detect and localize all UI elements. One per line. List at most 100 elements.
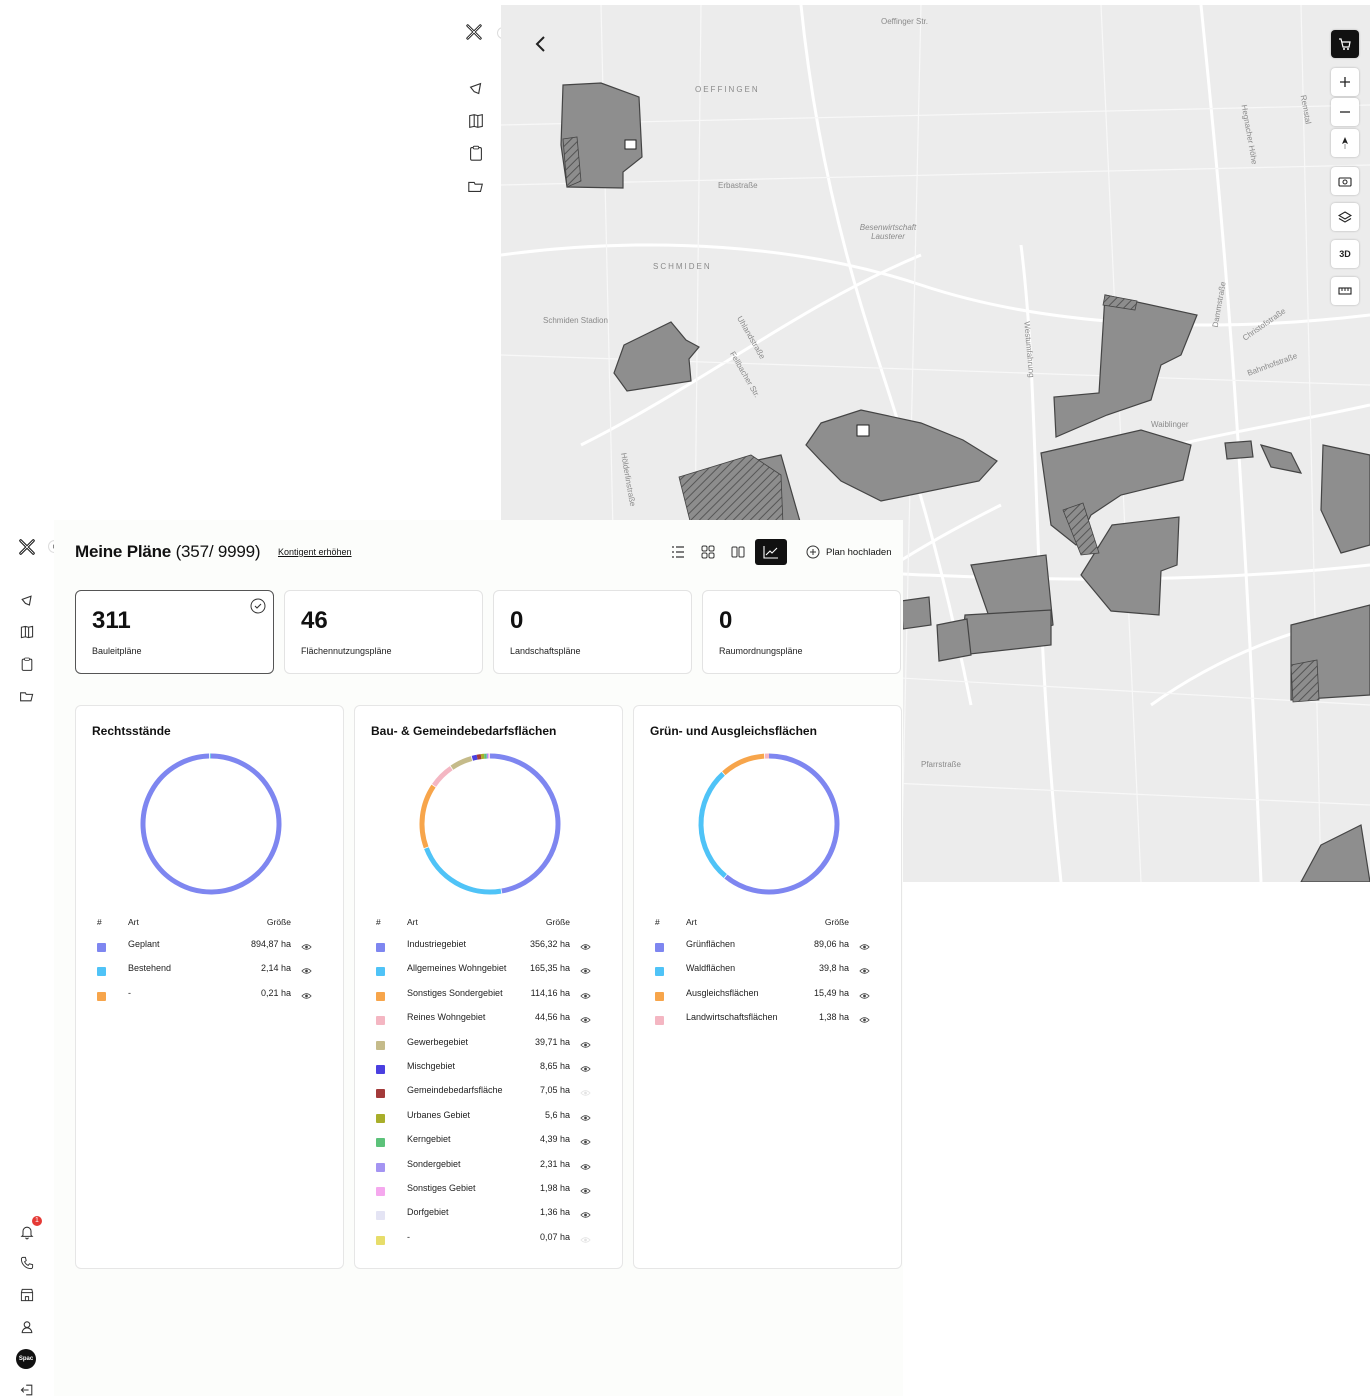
- visibility-toggle-icon[interactable]: [580, 1065, 591, 1073]
- legend-swatch: [97, 943, 106, 952]
- compass-button[interactable]: [1331, 129, 1359, 157]
- donut-segment[interactable]: [434, 768, 451, 785]
- visibility-toggle-icon[interactable]: [580, 1041, 591, 1049]
- visibility-toggle-icon[interactable]: [859, 992, 870, 1000]
- contact-button[interactable]: [17, 1253, 37, 1273]
- stat-value: 0: [719, 607, 732, 635]
- visibility-toggle-icon[interactable]: [580, 967, 591, 975]
- stat-card-flaechennutzungsplaene[interactable]: 46 Flächennutzungspläne: [284, 590, 483, 674]
- screenshot-button[interactable]: [1331, 167, 1359, 195]
- app-logo-button[interactable]: [17, 537, 37, 557]
- back-chevron-icon[interactable]: [533, 35, 549, 53]
- plans-panel: Meine Pläne (357/ 9999) Kontigent erhöhe…: [54, 520, 903, 1396]
- plans-button[interactable]: [17, 654, 37, 674]
- compass-icon: [1339, 136, 1351, 150]
- donut-segment[interactable]: [426, 848, 501, 892]
- visibility-toggle-icon[interactable]: [859, 943, 870, 951]
- profile-button[interactable]: [17, 1317, 37, 1337]
- folder-button[interactable]: [17, 686, 37, 706]
- stat-card-landschaftsplaene[interactable]: 0 Landschaftspläne: [493, 590, 692, 674]
- legend-header-hash: #: [97, 917, 102, 927]
- plus-circle-icon: [806, 545, 820, 559]
- legend-header-art: Art: [407, 917, 418, 927]
- donut-segment[interactable]: [422, 786, 434, 847]
- layers-button[interactable]: [1331, 203, 1359, 231]
- visibility-toggle-icon[interactable]: [580, 943, 591, 951]
- clipboard-icon[interactable]: [467, 144, 485, 162]
- donut-segment[interactable]: [490, 756, 558, 891]
- draw-button[interactable]: [17, 591, 37, 611]
- notifications-button[interactable]: 1: [17, 1222, 37, 1242]
- map-icon[interactable]: [467, 112, 485, 130]
- donut-segment[interactable]: [724, 756, 764, 773]
- store-button[interactable]: [17, 1285, 37, 1305]
- legend-size: 39,8 ha: [819, 963, 849, 973]
- check-circle-icon: [250, 598, 266, 614]
- donut-segment[interactable]: [452, 759, 472, 768]
- legend-art: Ausgleichsflächen: [686, 988, 759, 998]
- app-logo-icon: [18, 538, 36, 556]
- visibility-toggle-icon[interactable]: [301, 992, 312, 1000]
- statistics-view-button[interactable]: [755, 539, 787, 565]
- legend-swatch: [376, 1163, 385, 1172]
- avatar[interactable]: Spac: [16, 1349, 36, 1369]
- stat-card-raumordnungsplaene[interactable]: 0 Raumordnungspläne: [702, 590, 901, 674]
- visibility-toggle-icon[interactable]: [301, 943, 312, 951]
- stat-value: 0: [510, 607, 523, 635]
- zoom-out-button[interactable]: [1331, 98, 1359, 126]
- visibility-toggle-icon[interactable]: [580, 1211, 591, 1219]
- legend-art: -: [128, 988, 131, 998]
- column-view-button[interactable]: [723, 539, 753, 565]
- minus-icon: [1339, 106, 1351, 118]
- grid-view-button[interactable]: [693, 539, 723, 565]
- visibility-toggle-icon[interactable]: [580, 1016, 591, 1024]
- visibility-toggle-icon[interactable]: [580, 1114, 591, 1122]
- visibility-toggle-icon[interactable]: [580, 1089, 591, 1097]
- donut-segment[interactable]: [477, 757, 481, 758]
- chart-title: Rechtsstände: [92, 724, 171, 738]
- legend-size: 1,36 ha: [540, 1207, 570, 1217]
- legend-swatch: [376, 1114, 385, 1123]
- visibility-toggle-icon[interactable]: [859, 967, 870, 975]
- chart-title: Grün- und Ausgleichsflächen: [650, 724, 817, 738]
- legend-swatch: [655, 992, 664, 1001]
- app-sidebar: 1 Spac: [0, 520, 54, 1396]
- donut-segment[interactable]: [143, 756, 279, 892]
- donut-segment[interactable]: [726, 756, 837, 892]
- ruler-icon: [1338, 286, 1352, 296]
- visibility-toggle-icon[interactable]: [859, 1016, 870, 1024]
- upload-plan-button[interactable]: Plan hochladen: [806, 542, 892, 562]
- stat-card-bauleitplaene[interactable]: 311 Bauleitpläne: [75, 590, 274, 674]
- draw-polygon-icon[interactable]: [467, 80, 485, 98]
- folder-icon[interactable]: [467, 177, 485, 195]
- map-button[interactable]: [17, 622, 37, 642]
- increase-quota-link[interactable]: Kontigent erhöhen: [278, 547, 352, 557]
- donut-segment[interactable]: [472, 757, 477, 758]
- three-d-button[interactable]: 3D: [1331, 240, 1359, 268]
- visibility-toggle-icon[interactable]: [580, 1138, 591, 1146]
- visibility-toggle-icon[interactable]: [580, 992, 591, 1000]
- visibility-toggle-icon[interactable]: [301, 967, 312, 975]
- measure-button[interactable]: [1331, 277, 1359, 305]
- visibility-toggle-icon[interactable]: [580, 1236, 591, 1244]
- stat-label: Landschaftspläne: [510, 646, 581, 656]
- legend-row: Sonstiges Sondergebiet114,16 ha: [355, 988, 622, 1006]
- visibility-toggle-icon[interactable]: [580, 1163, 591, 1171]
- cart-button[interactable]: [1331, 30, 1359, 58]
- zoom-in-button[interactable]: [1331, 68, 1359, 96]
- legend-row: Waldflächen39,8 ha: [634, 963, 901, 981]
- app-logo-icon[interactable]: [465, 23, 483, 41]
- legend-swatch: [376, 992, 385, 1001]
- legend-row: Allgemeines Wohngebiet165,35 ha: [355, 963, 622, 981]
- legend-size: 5,6 ha: [545, 1110, 570, 1120]
- stat-value: 46: [301, 607, 328, 635]
- legend-swatch: [655, 1016, 664, 1025]
- draw-polygon-icon: [19, 593, 35, 609]
- logout-button[interactable]: [17, 1380, 37, 1400]
- list-view-button[interactable]: [663, 539, 693, 565]
- legend-swatch: [655, 967, 664, 976]
- legend-size: 1,38 ha: [819, 1012, 849, 1022]
- donut-segment[interactable]: [701, 774, 725, 876]
- user-icon: [19, 1319, 35, 1335]
- visibility-toggle-icon[interactable]: [580, 1187, 591, 1195]
